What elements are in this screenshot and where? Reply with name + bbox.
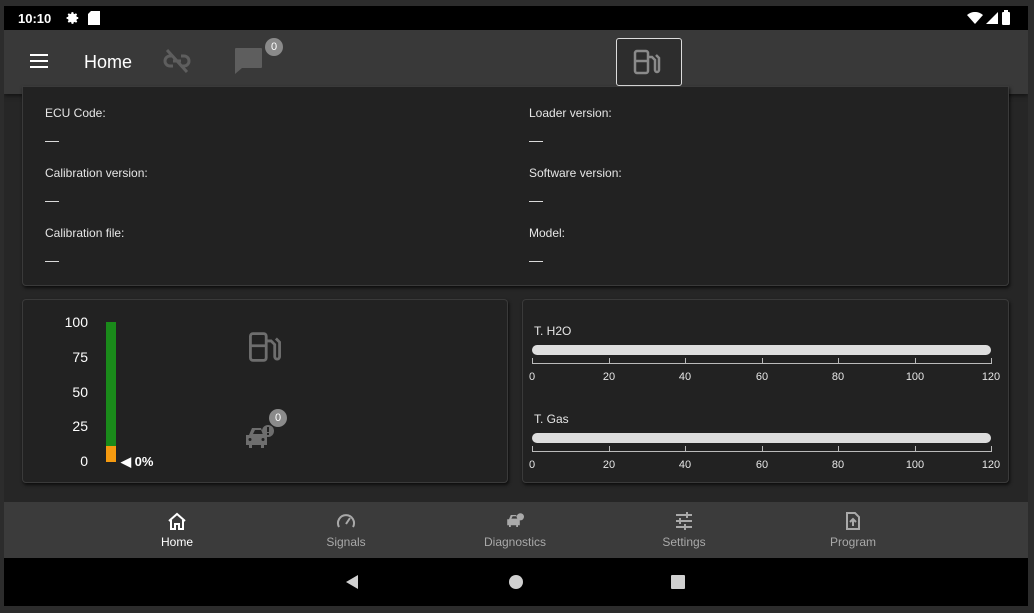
fuel-level-card: 100 75 50 25 0 ◀ 0% 0 <box>22 299 508 483</box>
scale-tick-label: 80 <box>831 371 845 383</box>
scale-tick <box>532 446 533 452</box>
scale-tick <box>532 358 533 364</box>
calibration-version-value: — <box>45 192 59 208</box>
loader-version-label: Loader version: <box>529 106 612 120</box>
page-title: Home <box>84 52 133 72</box>
diagnostic-count-badge: 0 <box>269 409 287 427</box>
level-value-label: ◀ 0% <box>121 454 154 469</box>
gauge-tick-label: 25 <box>72 418 88 434</box>
car-alert-icon[interactable] <box>244 423 274 458</box>
scale-tick-label: 20 <box>602 459 616 471</box>
scale-tick-label: 100 <box>905 371 925 383</box>
gear-icon <box>66 11 80 28</box>
scale-tick <box>685 446 686 452</box>
recents-icon[interactable] <box>670 574 686 595</box>
bottom-navigation: Home Signals Diagnostics Settings Progra… <box>4 502 1028 558</box>
t-gas-bar <box>532 433 991 443</box>
scale-tick <box>991 446 992 452</box>
nav-signals[interactable]: Signals <box>296 502 396 558</box>
nav-home[interactable]: Home <box>127 502 227 558</box>
scale-tick <box>838 358 839 364</box>
tune-icon <box>676 512 692 530</box>
status-bar: 10:10 <box>4 6 1028 30</box>
scale-tick-label: 100 <box>905 459 925 471</box>
t-h2o-bar <box>532 345 991 355</box>
scale-tick <box>915 358 916 364</box>
gauge-tick-label: 100 <box>64 314 88 330</box>
software-version-value: — <box>529 192 543 208</box>
status-time: 10:10 <box>18 11 52 26</box>
link-off-icon[interactable] <box>162 48 192 79</box>
scale-tick <box>991 358 992 364</box>
car-alert-icon <box>507 513 524 527</box>
calibration-file-value: — <box>45 252 59 268</box>
ecu-info-card: ECU Code: — Loader version: — Calibratio… <box>22 86 1009 286</box>
scale-tick <box>609 446 610 452</box>
home-icon <box>168 512 186 530</box>
wifi-icon <box>967 11 983 27</box>
t-gas-label: T. Gas <box>534 412 569 426</box>
scale-tick-label: 20 <box>602 371 616 383</box>
scale-tick <box>838 446 839 452</box>
gauge-tick-label: 0 <box>80 453 88 469</box>
messages-count-badge: 0 <box>265 38 283 56</box>
loader-version-value: — <box>529 132 543 148</box>
menu-icon[interactable] <box>30 54 50 70</box>
app-bar: Home 0 <box>4 30 1028 94</box>
scale-tick-label: 40 <box>678 459 692 471</box>
gauge-tick-label: 75 <box>72 349 88 365</box>
back-icon[interactable] <box>344 574 360 595</box>
scale-tick-label: 120 <box>981 459 1001 471</box>
scale-tick <box>915 446 916 452</box>
sd-card-icon <box>88 11 100 28</box>
file-upload-icon <box>846 512 860 530</box>
scale-tick-label: 60 <box>755 371 769 383</box>
nav-diagnostics-label: Diagnostics <box>483 535 547 549</box>
scale-tick <box>685 358 686 364</box>
ecu-code-label: ECU Code: <box>45 106 106 120</box>
scale-tick-label: 0 <box>528 371 536 383</box>
scale-tick-label: 0 <box>528 459 536 471</box>
scale-tick <box>762 446 763 452</box>
calibration-version-label: Calibration version: <box>45 166 148 180</box>
battery-icon <box>1002 10 1010 28</box>
fuel-pump-icon <box>248 329 282 370</box>
nav-diagnostics[interactable]: Diagnostics <box>465 502 565 558</box>
level-bar-fill <box>106 446 116 462</box>
chat-icon[interactable] <box>232 46 264 81</box>
ecu-code-value: — <box>45 132 59 148</box>
home-circle-icon[interactable] <box>508 574 524 595</box>
t-h2o-label: T. H2O <box>534 324 572 338</box>
nav-settings-label: Settings <box>662 535 706 549</box>
model-value: — <box>529 252 543 268</box>
gauge-tick-label: 50 <box>72 384 88 400</box>
nav-settings[interactable]: Settings <box>634 502 734 558</box>
scale-tick-label: 80 <box>831 459 845 471</box>
scale-tick <box>609 358 610 364</box>
temperatures-card: T. H2O T. Gas 0 20 40 60 80 100 120 0 20 40 60 80 10… <box>522 299 1009 483</box>
app-window: 10:10 Home 0 ECU Code: — Loader version:… <box>4 6 1028 606</box>
speedometer-icon <box>337 514 355 528</box>
model-label: Model: <box>529 226 566 240</box>
software-version-label: Software version: <box>529 166 622 180</box>
scale-tick-label: 60 <box>755 459 769 471</box>
calibration-file-label: Calibration file: <box>45 226 125 240</box>
fuel-mode-button[interactable] <box>616 38 682 86</box>
signal-icon <box>986 12 998 27</box>
scale-tick-label: 120 <box>981 371 1001 383</box>
system-navigation <box>4 558 1028 606</box>
fuel-pump-icon <box>633 49 661 75</box>
scale-tick <box>762 358 763 364</box>
nav-program[interactable]: Program <box>803 502 903 558</box>
level-bar-track <box>106 322 116 462</box>
scale-tick-label: 40 <box>678 371 692 383</box>
nav-program-label: Program <box>829 535 876 549</box>
nav-home-label: Home <box>160 535 193 549</box>
nav-signals-label: Signals <box>326 535 366 549</box>
